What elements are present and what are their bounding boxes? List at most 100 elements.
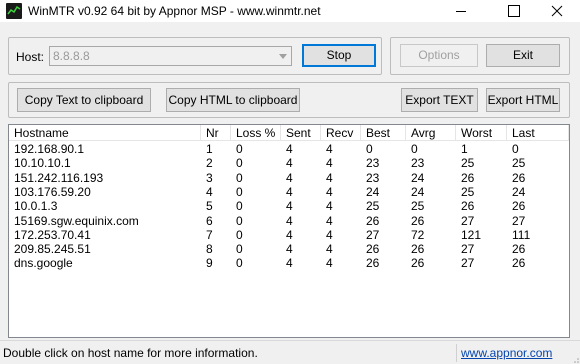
table-cell: 4 [326, 170, 333, 185]
table-cell: 26 [366, 213, 380, 228]
window-title: WinMTR v0.92 64 bit by Appnor MSP - www.… [28, 4, 321, 18]
table-cell: 26 [512, 199, 526, 214]
column-header[interactable]: Loss % [231, 125, 281, 141]
table-row[interactable]: 10.10.10.1 2 0 4 4 23 23 25 25 [9, 156, 569, 170]
table-cell: 4 [286, 213, 293, 228]
appnor-link[interactable]: www.appnor.com [456, 344, 570, 362]
table-row[interactable]: 103.176.59.20 4 0 4 4 24 24 25 24 [9, 185, 569, 199]
table-cell: 26 [512, 242, 526, 257]
table-cell: 24 [411, 184, 425, 199]
column-header[interactable]: Worst [456, 125, 507, 141]
options-button[interactable]: Options [400, 44, 478, 67]
copy-html-button[interactable]: Copy HTML to clipboard [166, 88, 300, 112]
table-cell: 4 [286, 227, 293, 242]
table-row[interactable]: 172.253.70.41 7 0 4 4 27 72 121 111 [9, 228, 569, 242]
table-cell: 4 [326, 227, 333, 242]
status-bar: Double click on host name for more infor… [0, 340, 580, 364]
table-cell: 24 [366, 184, 380, 199]
table-cell: 1 [461, 142, 468, 156]
table-cell: 25 [366, 199, 380, 214]
copy-text-button[interactable]: Copy Text to clipboard [17, 88, 151, 112]
host-label: Host: [16, 50, 45, 64]
table-cell: 4 [286, 170, 293, 185]
table-cell: 0 [236, 142, 243, 156]
results-table[interactable]: Hostname Nr Loss % Sent Recv Best Avrg Worst Las… [8, 124, 570, 338]
table-cell: 0 [236, 227, 243, 242]
table-row[interactable]: dns.google 9 0 4 4 26 26 27 26 [9, 256, 569, 270]
hostname-cell[interactable]: 172.253.70.41 [9, 228, 201, 242]
table-cell: 4 [326, 213, 333, 228]
table-cell: 27 [461, 242, 475, 257]
column-header[interactable]: Nr [201, 125, 231, 141]
table-cell: 0 [512, 142, 519, 156]
hostname-cell[interactable]: 192.168.90.1 [9, 142, 201, 156]
hostname-cell[interactable]: 103.176.59.20 [9, 185, 201, 199]
winmtr-app-icon [6, 3, 22, 19]
table-cell: 26 [366, 256, 380, 271]
minimize-icon[interactable] [438, 0, 484, 22]
table-cell: 2 [206, 156, 213, 171]
hostname-cell[interactable]: dns.google [9, 256, 201, 270]
table-cell: 23 [366, 170, 380, 185]
exit-button[interactable]: Exit [486, 44, 560, 67]
table-header: Hostname Nr Loss % Sent Recv Best Avrg Worst Las… [9, 125, 569, 141]
table-cell: 26 [461, 170, 475, 185]
table-cell: 7 [206, 227, 213, 242]
close-icon[interactable] [534, 0, 580, 22]
table-cell: 23 [366, 156, 380, 171]
export-text-button[interactable]: Export TEXT [401, 88, 478, 112]
host-input[interactable]: 8.8.8.8 [53, 49, 90, 63]
stop-button[interactable]: Stop [302, 44, 376, 67]
column-header[interactable]: Recv [321, 125, 361, 141]
table-cell: 25 [512, 156, 526, 171]
table-cell: 5 [206, 199, 213, 214]
column-header[interactable]: Hostname [9, 125, 201, 141]
column-header[interactable]: Avrg [406, 125, 456, 141]
hostname-cell[interactable]: 15169.sgw.equinix.com [9, 214, 201, 228]
table-row[interactable]: 192.168.90.1 1 0 4 4 0 0 1 0 [9, 142, 569, 156]
table-cell: 4 [326, 256, 333, 271]
table-cell: 4 [286, 199, 293, 214]
table-cell: 4 [286, 256, 293, 271]
table-cell: 24 [411, 170, 425, 185]
table-cell: 4 [286, 156, 293, 171]
chevron-down-icon[interactable] [275, 47, 291, 65]
table-row[interactable]: 151.242.116.193 3 0 4 4 23 24 26 26 [9, 171, 569, 185]
hostname-cell[interactable]: 209.85.245.51 [9, 242, 201, 256]
hostname-cell[interactable]: 10.0.1.3 [9, 199, 201, 213]
table-cell: 26 [411, 213, 425, 228]
hostname-cell[interactable]: 10.10.10.1 [9, 156, 201, 170]
host-combobox[interactable]: 8.8.8.8 [49, 46, 292, 66]
column-header[interactable]: Best [361, 125, 406, 141]
table-cell: 25 [461, 156, 475, 171]
table-cell: 0 [411, 142, 418, 156]
table-cell: 23 [411, 156, 425, 171]
table-cell: 4 [286, 142, 293, 156]
table-row[interactable]: 10.0.1.3 5 0 4 4 25 25 26 26 [9, 199, 569, 213]
table-row[interactable]: 209.85.245.51 8 0 4 4 26 26 27 26 [9, 242, 569, 256]
resize-grip-icon[interactable] [570, 354, 580, 364]
table-cell: 25 [411, 199, 425, 214]
appnor-link-text[interactable]: www.appnor.com [461, 346, 552, 360]
table-cell: 72 [411, 227, 425, 242]
export-html-button[interactable]: Export HTML [486, 88, 560, 112]
maximize-icon[interactable] [490, 0, 536, 22]
table-cell: 27 [366, 227, 380, 242]
table-cell: 121 [461, 227, 482, 242]
table-cell: 26 [366, 242, 380, 257]
table-cell: 4 [286, 242, 293, 257]
table-cell: 111 [512, 227, 531, 242]
table-cell: 27 [461, 213, 475, 228]
table-cell: 6 [206, 213, 213, 228]
table-row[interactable]: 15169.sgw.equinix.com 6 0 4 4 26 26 27 27 [9, 214, 569, 228]
column-header[interactable]: Last [507, 125, 569, 141]
column-header[interactable]: Sent [281, 125, 321, 141]
table-cell: 27 [461, 256, 475, 271]
hostname-cell[interactable]: 151.242.116.193 [9, 171, 201, 185]
table-cell: 4 [326, 142, 333, 156]
table-cell: 1 [206, 142, 213, 156]
table-cell: 26 [512, 256, 526, 271]
table-cell: 26 [461, 199, 475, 214]
table-cell: 24 [512, 184, 526, 199]
table-cell: 26 [411, 242, 425, 257]
